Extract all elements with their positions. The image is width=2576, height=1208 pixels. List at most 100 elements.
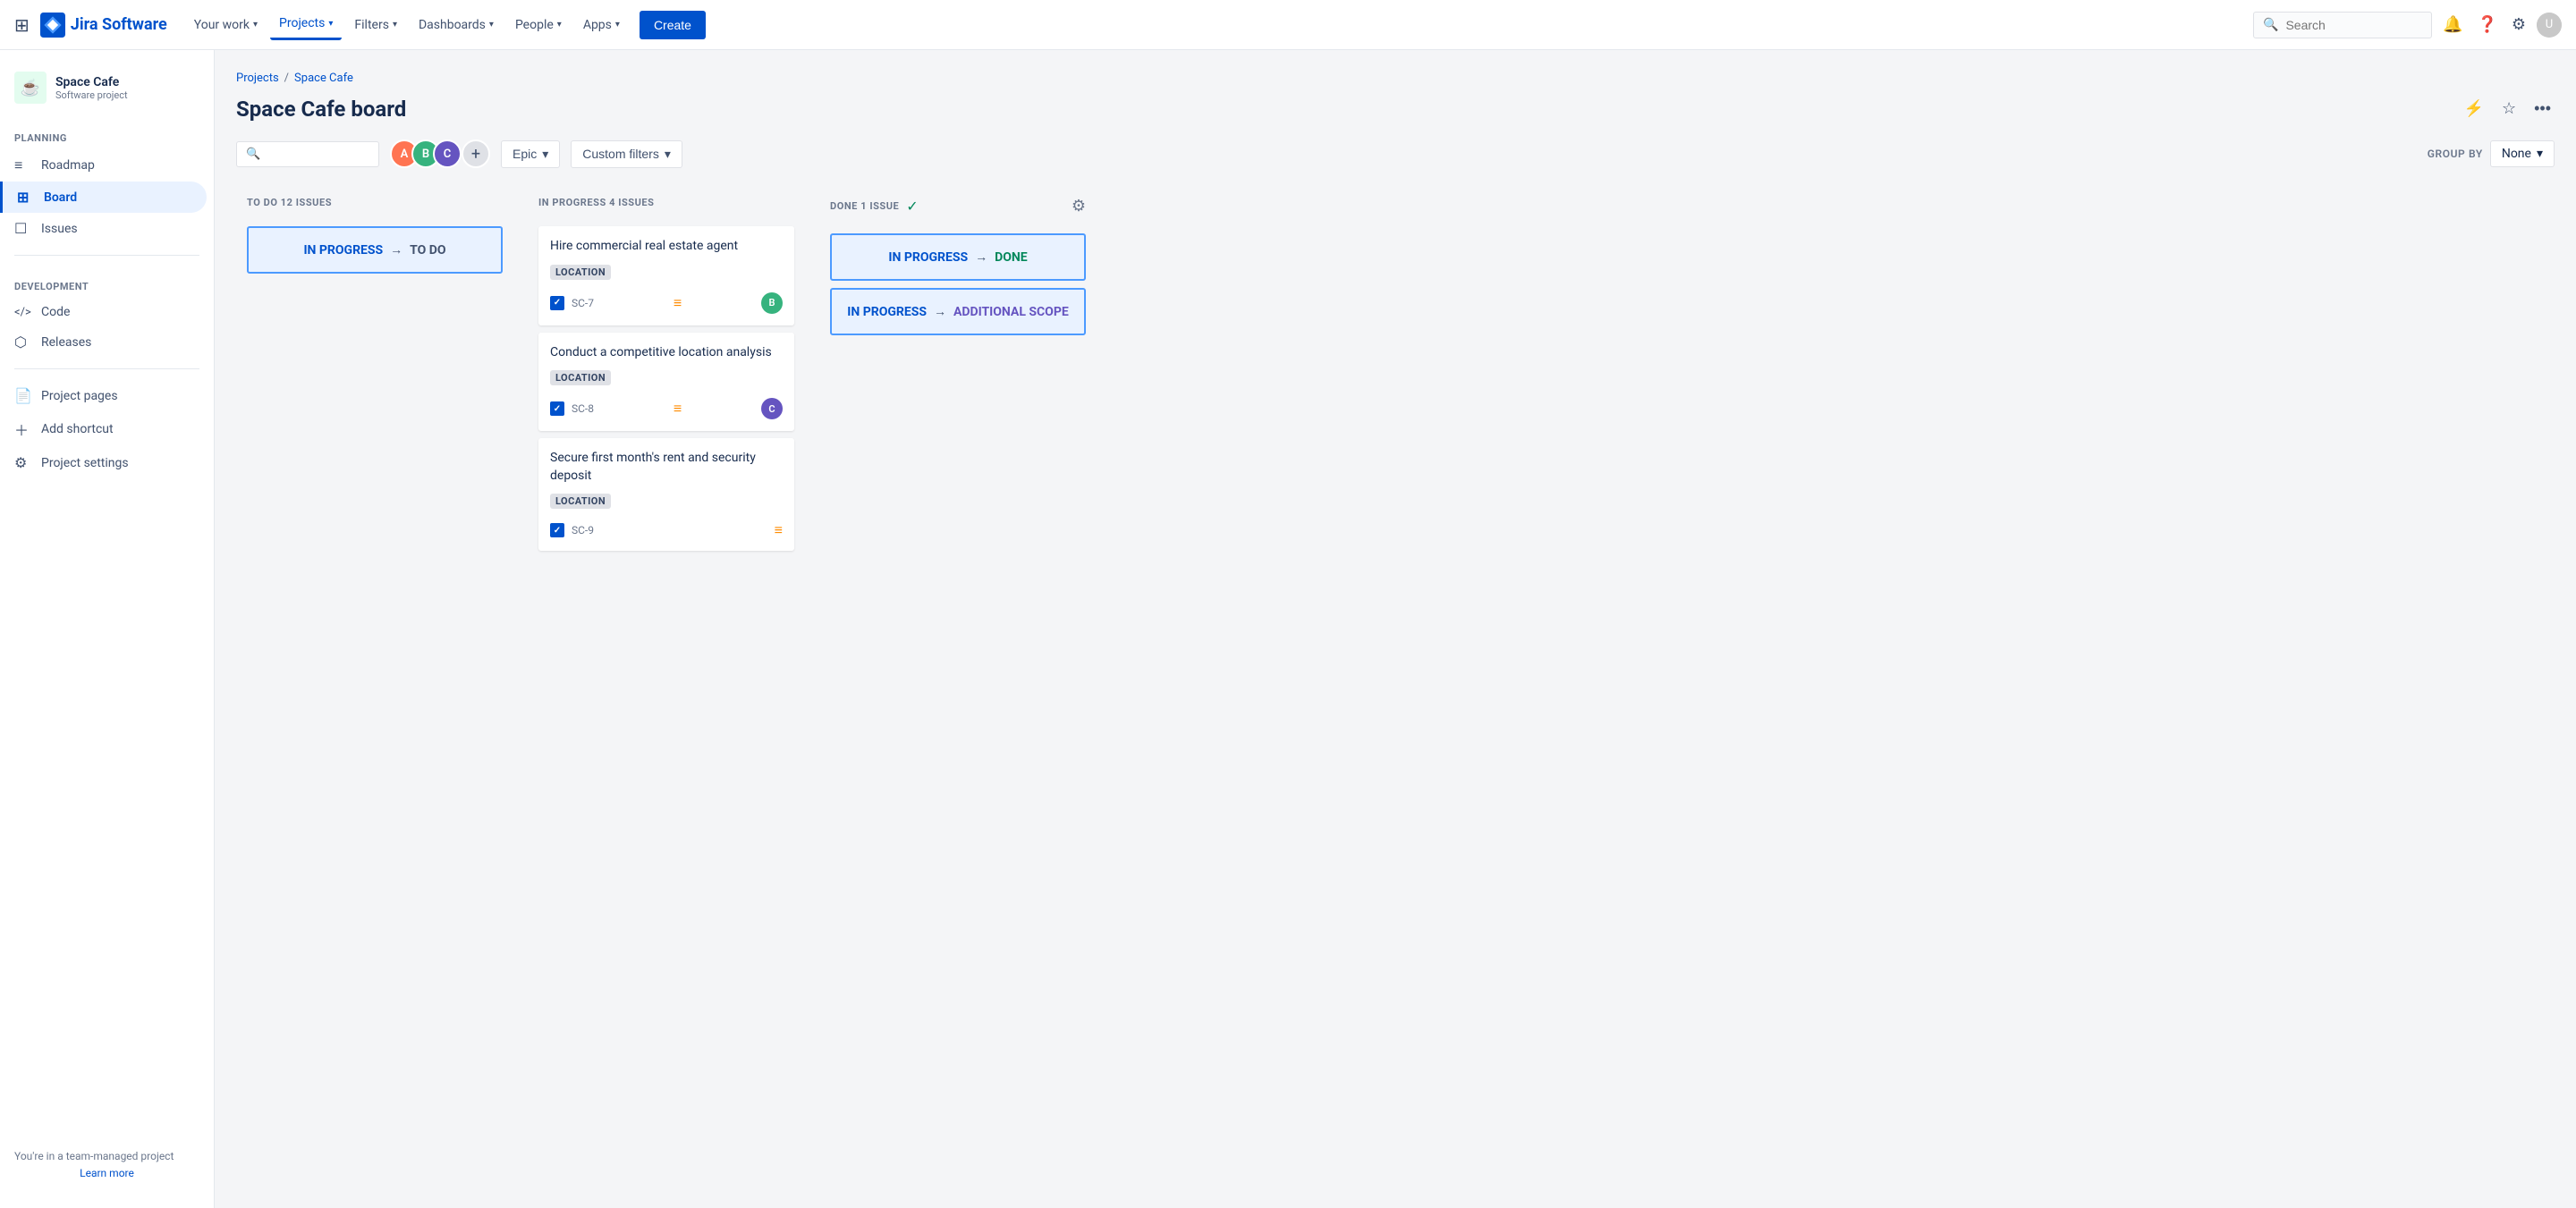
user-avatar[interactable]: U [2537,13,2562,38]
card-sc8-avatar: C [761,398,783,419]
star-icon-button[interactable]: ☆ [2498,96,2520,122]
issue-type-icon-sc9: ✓ [550,523,564,537]
card-sc9-id: SC-9 [572,524,594,536]
transition-to-label: TO DO [410,243,445,258]
transition-card-inprogress-todo[interactable]: IN PROGRESS → TO DO [247,226,503,274]
sidebar-item-project-pages[interactable]: 📄 Project pages [0,380,207,411]
sidebar-item-issues[interactable]: ☐ Issues [0,213,207,244]
releases-icon: ⬡ [14,334,32,351]
board-search-box[interactable]: 🔍 [236,141,379,167]
settings-icon[interactable]: ⚙ [2508,12,2529,38]
nav-your-work[interactable]: Your work▾ [185,11,267,39]
search-icon: 🔍 [2263,18,2278,32]
column-done-header: DONE 1 ISSUE ✓ ⚙ [830,197,1086,223]
column-inprogress-title: IN PROGRESS 4 ISSUES [538,197,654,208]
done-check-icon: ✓ [906,198,918,215]
column-settings-icon[interactable]: ⚙ [1072,197,1086,215]
group-by-section: GROUP BY None ▾ [2428,140,2555,167]
card-sc7-avatar: B [761,292,783,314]
transition-arrow-icon: → [390,242,402,258]
learn-more-link[interactable]: Learn more [14,1167,199,1179]
help-icon[interactable]: ❓ [2473,12,2500,38]
card-sc8[interactable]: Conduct a competitive location analysis … [538,333,794,432]
main-content: Projects / Space Cafe Space Cafe board ⚡… [215,50,2576,1208]
card-sc7-title: Hire commercial real estate agent [550,238,783,256]
logo[interactable]: Jira Software [40,13,167,38]
card-sc9[interactable]: Secure first month's rent and security d… [538,438,794,551]
sidebar-item-project-settings[interactable]: ⚙ Project settings [0,447,207,478]
more-options-button[interactable]: ••• [2530,96,2555,122]
sidebar-item-board[interactable]: ⊞ Board [0,182,207,213]
avatar-filter-3[interactable]: C [433,139,462,168]
column-inprogress: IN PROGRESS 4 ISSUES Hire commercial rea… [528,186,805,569]
nav-dashboards[interactable]: Dashboards▾ [410,11,503,39]
nav-projects[interactable]: Projects▾ [270,9,342,40]
column-inprogress-header: IN PROGRESS 4 ISSUES [538,197,794,215]
card-sc8-title: Conduct a competitive location analysis [550,344,783,362]
nav-links: Your work▾ Projects▾ Filters▾ Dashboards… [185,9,2253,40]
search-box[interactable]: 🔍 [2253,12,2432,38]
transition-from-label: IN PROGRESS [303,243,383,258]
search-input[interactable] [2285,18,2422,32]
card-sc7[interactable]: Hire commercial real estate agent LOCATI… [538,226,794,325]
board-toolbar: 🔍 A B C + Epic ▾ Custom filters ▾ GROUP … [236,139,2555,168]
transition-done-arrow-icon: → [975,249,987,265]
lightning-icon-button[interactable]: ⚡ [2461,96,2487,122]
nav-filters[interactable]: Filters▾ [345,11,406,39]
avatar-filters: A B C + [390,139,490,168]
project-type: Software project [55,89,128,101]
sidebar: ☕ Space Cafe Software project PLANNING ≡… [0,50,215,1208]
issue-type-icon-sc8: ✓ [550,401,564,416]
grid-icon[interactable]: ⊞ [14,14,30,36]
card-sc7-label: LOCATION [550,265,611,280]
transition-addl-from-label: IN PROGRESS [847,305,927,319]
card-sc8-id: SC-8 [572,402,594,415]
transition-done-from-label: IN PROGRESS [888,250,968,265]
breadcrumb-projects[interactable]: Projects [236,72,279,85]
sidebar-item-add-shortcut[interactable]: ＋ Add shortcut [0,411,207,447]
team-label: You're in a team-managed project [14,1150,174,1162]
card-sc7-id: SC-7 [572,297,594,309]
priority-medium-icon: ≡ [674,294,682,312]
breadcrumb-sep: / [284,72,289,85]
transition-card-inprogress-addl[interactable]: IN PROGRESS → ADDITIONAL SCOPE [830,288,1086,335]
issue-type-icon-sc7: ✓ [550,296,564,310]
board-search-icon: 🔍 [246,148,260,161]
add-shortcut-icon: ＋ [14,418,32,440]
notifications-icon[interactable]: 🔔 [2439,12,2466,38]
epic-filter-button[interactable]: Epic ▾ [501,140,560,168]
priority-icon-sc9: ≡ [775,521,783,539]
pages-icon: 📄 [14,387,32,404]
card-sc9-footer: ✓ SC-9 ≡ [550,521,783,539]
custom-filters-button[interactable]: Custom filters ▾ [571,140,682,168]
avatar-filter-more[interactable]: + [462,139,490,168]
create-button[interactable]: Create [640,11,706,39]
planning-label: PLANNING [0,118,214,149]
column-todo-title: TO DO 12 ISSUES [247,197,332,208]
topnav-right: 🔍 🔔 ❓ ⚙ U [2253,12,2562,38]
project-settings-icon: ⚙ [14,454,32,471]
project-header: ☕ Space Cafe Software project [0,64,214,118]
group-by-label: GROUP BY [2428,148,2483,160]
code-icon: </> [14,306,32,319]
transition-done-to-label: DONE [995,250,1028,265]
top-navigation: ⊞ Jira Software Your work▾ Projects▾ Fil… [0,0,2576,50]
development-label: DEVELOPMENT [0,266,214,298]
card-sc8-label: LOCATION [550,370,611,385]
sidebar-divider [14,255,199,256]
group-by-select[interactable]: None ▾ [2490,140,2555,167]
nav-apps[interactable]: Apps▾ [574,11,629,39]
sidebar-item-roadmap[interactable]: ≡ Roadmap [0,149,207,182]
sidebar-item-releases[interactable]: ⬡ Releases [0,326,207,358]
breadcrumb-project[interactable]: Space Cafe [294,72,353,85]
transition-card-inprogress-done[interactable]: IN PROGRESS → DONE [830,233,1086,281]
card-sc9-label: LOCATION [550,494,611,509]
board-icon: ⊞ [17,189,35,206]
nav-people[interactable]: People▾ [506,11,571,39]
board-search-input[interactable] [266,148,369,161]
card-sc8-footer: ✓ SC-8 ≡ C [550,398,783,419]
column-done-title: DONE 1 ISSUE [830,200,899,212]
logo-text: Jira Software [71,15,167,34]
column-todo: TO DO 12 ISSUES IN PROGRESS → TO DO [236,186,513,291]
sidebar-item-code[interactable]: </> Code [0,298,207,326]
